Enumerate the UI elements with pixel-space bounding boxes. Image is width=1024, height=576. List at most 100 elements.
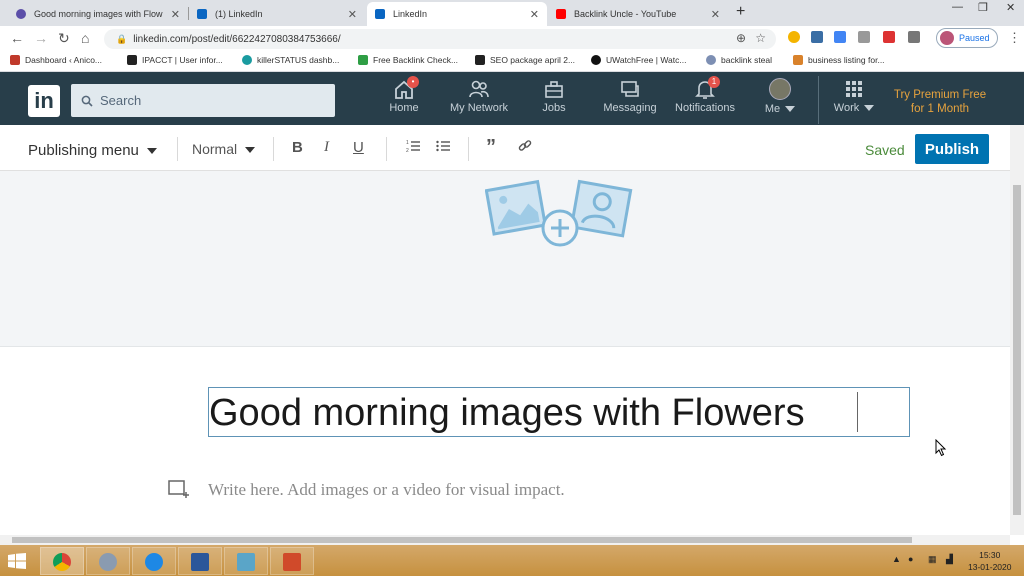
text-caret bbox=[857, 392, 858, 432]
new-tab-button[interactable]: + bbox=[736, 3, 745, 21]
chevron-down-icon bbox=[245, 147, 256, 154]
tab-linkedin-1[interactable]: (1) LinkedIn ✕ bbox=[189, 2, 365, 26]
taskbar-chrome[interactable] bbox=[40, 547, 84, 575]
tab-good-morning[interactable]: Good morning images with Flow ✕ bbox=[8, 2, 188, 26]
bookmark-label: backlink steal bbox=[721, 55, 773, 65]
tray-arrow-icon[interactable]: ▲ bbox=[892, 554, 901, 564]
publish-button[interactable]: Publish bbox=[915, 134, 989, 164]
briefcase-icon bbox=[545, 81, 563, 98]
forward-icon[interactable]: → bbox=[34, 30, 48, 46]
extension-icon[interactable] bbox=[788, 31, 800, 43]
horizontal-scrollbar[interactable] bbox=[0, 535, 1010, 545]
numbered-list-icon[interactable]: 12 bbox=[406, 139, 420, 157]
taskbar-app[interactable] bbox=[86, 547, 130, 575]
body-placeholder[interactable]: Write here. Add images or a video for vi… bbox=[208, 480, 565, 500]
app-icon bbox=[237, 553, 255, 571]
nav-messaging[interactable]: Messaging bbox=[594, 78, 666, 114]
bookmark-icon bbox=[242, 55, 252, 65]
address-bar[interactable]: 🔒 linkedin.com/post/edit/662242708038475… bbox=[104, 29, 776, 49]
bookmark-item[interactable]: SEO package april 2... bbox=[475, 55, 575, 65]
scroll-thumb[interactable] bbox=[1013, 185, 1021, 515]
messaging-icon bbox=[621, 81, 639, 97]
extension-icon[interactable] bbox=[858, 31, 870, 43]
youtube-favicon-icon bbox=[556, 9, 566, 19]
scroll-thumb[interactable] bbox=[12, 537, 912, 543]
taskbar-word[interactable] bbox=[178, 547, 222, 575]
bookmark-item[interactable]: business listing for... bbox=[793, 55, 885, 65]
nav-jobs[interactable]: Jobs bbox=[518, 78, 590, 114]
cover-image-upload-area[interactable] bbox=[0, 171, 1010, 347]
link-icon[interactable] bbox=[518, 139, 532, 157]
vertical-scrollbar[interactable] bbox=[1010, 125, 1024, 535]
bold-button[interactable]: B bbox=[292, 139, 303, 156]
home-badge: • bbox=[407, 76, 419, 88]
network-status-icon[interactable]: ▦ bbox=[928, 554, 937, 565]
bookmark-item[interactable]: killerSTATUS dashb... bbox=[242, 55, 339, 65]
italic-button[interactable]: I bbox=[324, 139, 329, 156]
nav-home[interactable]: Home bbox=[368, 78, 440, 114]
underline-button[interactable]: U bbox=[353, 139, 364, 156]
bookmark-item[interactable]: UWatchFree | Watc... bbox=[591, 55, 686, 65]
zoom-icon[interactable]: ⊕ bbox=[736, 31, 746, 45]
linkedin-logo[interactable]: in bbox=[28, 85, 60, 117]
profile-button[interactable]: Paused bbox=[936, 28, 998, 48]
tab-linkedin-active[interactable]: LinkedIn ✕ bbox=[367, 2, 547, 26]
taskbar-app[interactable] bbox=[270, 547, 314, 575]
quote-icon[interactable]: ” bbox=[486, 136, 496, 159]
saved-status: Saved bbox=[865, 142, 905, 158]
extension-icon[interactable] bbox=[811, 31, 823, 43]
bookmark-icon bbox=[793, 55, 803, 65]
word-icon bbox=[191, 553, 209, 571]
restore-icon[interactable]: ❐ bbox=[978, 1, 988, 14]
nav-my-network[interactable]: My Network bbox=[443, 78, 515, 114]
bookmark-item[interactable]: IPACCT | User infor... bbox=[127, 55, 223, 65]
nav-notifications[interactable]: Notifications bbox=[669, 78, 741, 114]
headline-input[interactable]: Good morning images with Flowers bbox=[208, 387, 910, 437]
reload-icon[interactable]: ↻ bbox=[58, 30, 70, 47]
text-style-value: Normal bbox=[192, 141, 238, 157]
bookmark-item[interactable]: backlink steal bbox=[706, 55, 772, 65]
nav-me[interactable]: Me bbox=[744, 78, 816, 115]
tab-youtube[interactable]: Backlink Uncle - YouTube ✕ bbox=[548, 2, 728, 26]
app-icon bbox=[99, 553, 117, 571]
publishing-menu-button[interactable]: Publishing menu bbox=[28, 142, 157, 159]
close-icon[interactable]: ✕ bbox=[530, 8, 539, 21]
try-premium-link[interactable]: Try Premium Free for 1 Month bbox=[890, 88, 990, 116]
text-style-select[interactable]: Normal bbox=[192, 141, 256, 157]
close-window-icon[interactable]: ✕ bbox=[1006, 1, 1015, 14]
nav-work[interactable]: Work bbox=[818, 78, 890, 114]
windows-start-icon[interactable] bbox=[8, 553, 26, 569]
tab-title: LinkedIn bbox=[393, 9, 428, 19]
close-icon[interactable]: ✕ bbox=[711, 8, 720, 21]
close-icon[interactable]: ✕ bbox=[171, 8, 180, 21]
bulleted-list-icon[interactable] bbox=[436, 139, 450, 157]
add-image-icon bbox=[485, 179, 633, 247]
home-icon[interactable]: ⌂ bbox=[81, 30, 89, 46]
extension-icon[interactable] bbox=[908, 31, 920, 43]
profile-status: Paused bbox=[959, 33, 990, 43]
browser-tab-strip: Good morning images with Flow ✕ (1) Link… bbox=[0, 0, 1024, 26]
bookmark-icon bbox=[706, 55, 716, 65]
taskbar-app[interactable] bbox=[224, 547, 268, 575]
bookmark-item[interactable]: Dashboard ‹ Anico... bbox=[10, 55, 102, 65]
search-input[interactable]: Search bbox=[71, 84, 335, 117]
premium-line-2: for 1 Month bbox=[910, 103, 970, 115]
nav-label: Home bbox=[389, 102, 419, 114]
taskbar-ie[interactable] bbox=[132, 547, 176, 575]
menu-dots-icon[interactable]: ⋮ bbox=[1008, 30, 1021, 46]
internet-explorer-icon bbox=[145, 553, 163, 571]
close-icon[interactable]: ✕ bbox=[348, 8, 357, 21]
minimize-icon[interactable]: — bbox=[952, 1, 963, 13]
bookmark-icon bbox=[475, 55, 485, 65]
bookmark-icon bbox=[591, 55, 601, 65]
extension-icon[interactable] bbox=[883, 31, 895, 43]
tray-icon[interactable]: ● bbox=[908, 554, 913, 564]
add-media-icon[interactable] bbox=[168, 479, 190, 504]
signal-icon[interactable]: ▟ bbox=[946, 554, 953, 565]
bookmark-item[interactable]: Free Backlink Check... bbox=[358, 55, 458, 65]
system-clock[interactable]: 15:30 13-01-2020 bbox=[968, 549, 1011, 573]
bookmark-star-icon[interactable]: ☆ bbox=[755, 31, 766, 45]
translate-icon[interactable] bbox=[834, 31, 846, 43]
nav-label: Notifications bbox=[675, 102, 735, 114]
back-icon[interactable]: ← bbox=[10, 30, 24, 46]
